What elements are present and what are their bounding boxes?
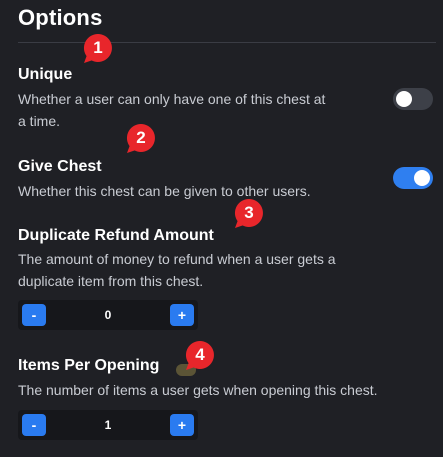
marker-number: 4: [195, 345, 205, 364]
items-per-opening-description: The number of items a user gets when ope…: [18, 382, 378, 398]
duplicate-refund-label: Duplicate Refund Amount: [18, 227, 214, 244]
duplicate-refund-value[interactable]: 0: [48, 300, 168, 330]
unique-label: Unique: [18, 66, 73, 83]
duplicate-refund-description-line2: duplicate item from this chest.: [18, 273, 204, 289]
decrement-button[interactable]: -: [22, 414, 46, 436]
increment-button[interactable]: +: [170, 304, 194, 326]
title-divider: [18, 42, 436, 43]
decrement-button[interactable]: -: [22, 304, 46, 326]
increment-button[interactable]: +: [170, 414, 194, 436]
annotation-marker-2: 2: [126, 123, 156, 153]
unique-toggle[interactable]: [393, 88, 433, 110]
items-per-opening-label: Items Per Opening: [18, 357, 160, 374]
give-chest-label: Give Chest: [18, 158, 102, 175]
marker-number: 3: [244, 203, 254, 222]
items-per-opening-value[interactable]: 1: [48, 410, 168, 440]
give-chest-description: Whether this chest can be given to other…: [18, 183, 311, 199]
unique-description-line1: Whether a user can only have one of this…: [18, 91, 326, 107]
marker-number: 2: [136, 128, 146, 147]
marker-number: 1: [93, 38, 103, 57]
page-title: Options: [18, 5, 103, 30]
duplicate-refund-description-line1: The amount of money to refund when a use…: [18, 251, 336, 267]
annotation-marker-3: 3: [234, 198, 264, 228]
toggle-knob: [414, 170, 430, 186]
duplicate-refund-stepper: - 0 +: [18, 300, 198, 330]
items-per-opening-stepper: - 1 +: [18, 410, 198, 440]
unique-description-line2: a time.: [18, 113, 61, 129]
toggle-knob: [396, 91, 412, 107]
annotation-marker-1: 1: [83, 33, 113, 63]
give-chest-toggle[interactable]: [393, 167, 433, 189]
annotation-marker-4: 4: [185, 340, 215, 370]
options-panel: Options Unique Whether a user can only h…: [0, 0, 443, 457]
